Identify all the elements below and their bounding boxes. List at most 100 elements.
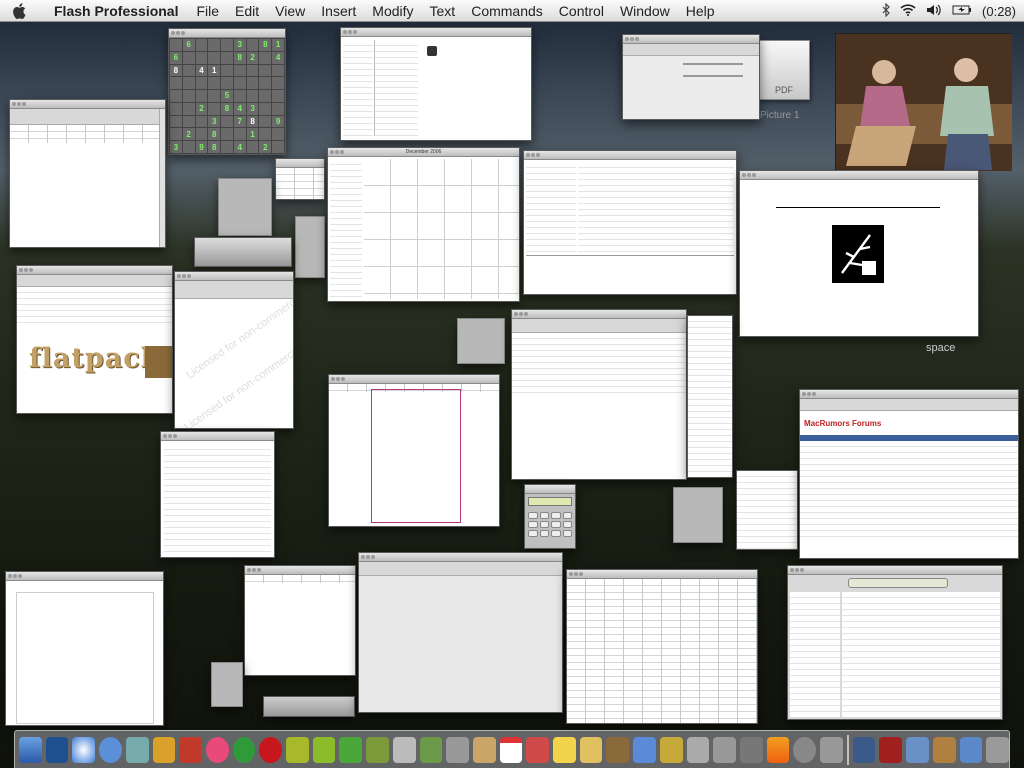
document-window[interactable]	[5, 571, 164, 726]
apple-menu-icon[interactable]	[0, 0, 40, 22]
sudoku-cell[interactable]	[208, 51, 221, 64]
grapher-toolbar[interactable]	[359, 562, 562, 576]
battery-time[interactable]: (0:28)	[982, 4, 1016, 19]
finder-titlebar[interactable]	[512, 310, 686, 319]
ical-dock-icon[interactable]	[499, 736, 523, 763]
page-layout-titlebar[interactable]	[329, 375, 499, 384]
sudoku-cell[interactable]	[221, 115, 233, 128]
sudoku-cell[interactable]	[221, 51, 233, 64]
flash-dock-icon[interactable]	[259, 736, 283, 763]
fireworks-dock-icon[interactable]	[312, 736, 336, 763]
sudoku-cell[interactable]: 3	[246, 102, 259, 115]
sudoku-cell[interactable]	[221, 64, 233, 77]
sudoku-cell[interactable]	[170, 90, 182, 102]
disk-utility-dock-icon[interactable]	[686, 736, 710, 763]
flash-stage-window[interactable]	[739, 170, 979, 337]
pen-tool-dock-icon[interactable]	[852, 736, 876, 763]
sudoku-cell[interactable]	[233, 90, 246, 102]
sudoku-cell[interactable]	[182, 102, 195, 115]
mini-player-window[interactable]	[263, 696, 355, 717]
flower-dock-icon[interactable]	[205, 736, 229, 763]
sudoku-cell[interactable]	[246, 141, 259, 153]
folder-dock-icon[interactable]	[906, 736, 929, 763]
activity-dock-icon[interactable]	[739, 736, 763, 763]
sudoku-cell[interactable]	[272, 64, 284, 77]
sudoku-cell[interactable]	[233, 64, 246, 77]
calculator-titlebar[interactable]	[525, 485, 575, 494]
grapher-window[interactable]	[358, 552, 563, 713]
sudoku-cell[interactable]	[272, 90, 284, 102]
photo-dock-icon[interactable]	[659, 736, 683, 763]
contribute-dock-icon[interactable]	[286, 736, 309, 763]
sudoku-cell[interactable]	[182, 141, 195, 153]
sudoku-cell[interactable]: 3	[208, 115, 221, 128]
mail-preview[interactable]	[526, 255, 734, 291]
menu-edit[interactable]: Edit	[227, 3, 267, 19]
pdf-file-icon[interactable]: PDF	[758, 40, 810, 100]
sudoku-cell[interactable]: 7	[233, 115, 246, 128]
sudoku-cell[interactable]: 8	[233, 51, 246, 64]
sudoku-cell[interactable]: 4	[233, 102, 246, 115]
menu-view[interactable]: View	[267, 3, 313, 19]
dreamweaver-dock-icon[interactable]	[232, 736, 256, 763]
calculator-dock-icon[interactable]	[446, 736, 469, 763]
sudoku-cell[interactable]	[259, 90, 272, 102]
mail-window[interactable]	[523, 150, 737, 295]
flatpack-browser-window[interactable]: flatpack	[16, 265, 173, 414]
sudoku-window[interactable]: 6381682484152843378928139842	[168, 28, 286, 155]
safari-dock-icon[interactable]	[72, 736, 96, 763]
system-preferences-window[interactable]	[622, 34, 760, 120]
sudoku-cell[interactable]	[208, 90, 221, 102]
calendar-month-grid[interactable]	[364, 159, 519, 299]
sudoku-grid[interactable]: 6381682484152843378928139842	[169, 38, 285, 154]
itunes-dock-icon[interactable]	[526, 736, 550, 763]
sudoku-cell[interactable]: 2	[182, 128, 195, 141]
finder-window[interactable]	[511, 309, 687, 480]
calendar-window[interactable]: December 2006	[327, 147, 520, 302]
textedit-titlebar[interactable]	[245, 566, 355, 575]
app-name-menu[interactable]: Flash Professional	[40, 3, 188, 19]
spreadsheet-grid[interactable]	[567, 579, 757, 723]
itunes-titlebar[interactable]	[788, 566, 1002, 575]
bluetooth-icon[interactable]	[882, 2, 890, 20]
sudoku-cell[interactable]: 8	[246, 115, 259, 128]
page-layout-window[interactable]	[328, 374, 500, 527]
sudoku-cell[interactable]	[182, 77, 195, 90]
forum-toolbar[interactable]	[800, 399, 1018, 411]
sudoku-cell[interactable]	[259, 115, 272, 128]
inspector-panel[interactable]	[218, 178, 272, 236]
prefs-toolbar[interactable]	[623, 44, 759, 56]
sudoku-cell[interactable]: 5	[221, 90, 233, 102]
sudoku-cell[interactable]: 2	[195, 102, 208, 115]
mail-titlebar[interactable]	[524, 151, 736, 160]
sudoku-cell[interactable]: 9	[195, 141, 208, 153]
sudoku-cell[interactable]	[246, 77, 259, 90]
flash-stage-titlebar[interactable]	[740, 171, 978, 180]
network-dock-icon[interactable]	[419, 736, 443, 763]
sudoku-cell[interactable]	[170, 128, 182, 141]
licensed-document-window[interactable]: Licensed for non-commercial Licensed for…	[174, 271, 294, 429]
menu-window[interactable]: Window	[612, 3, 678, 19]
volume-icon[interactable]	[926, 3, 942, 19]
spreadsheet-window[interactable]	[566, 569, 758, 724]
itunes-source-list[interactable]	[790, 592, 840, 717]
address-book-window[interactable]	[340, 27, 532, 141]
calendar-titlebar[interactable]: December 2006	[328, 148, 519, 157]
sudoku-cell[interactable]	[195, 39, 208, 51]
battery-icon[interactable]	[952, 3, 972, 19]
documents-dock-icon[interactable]	[959, 736, 983, 763]
mail-mailboxes[interactable]	[526, 162, 576, 252]
palette-panel[interactable]	[295, 216, 325, 278]
finder-dock-icon[interactable]	[19, 736, 42, 763]
sudoku-cell[interactable]	[170, 39, 182, 51]
software-update-window[interactable]	[160, 431, 275, 558]
sudoku-cell[interactable]	[259, 64, 272, 77]
document-titlebar[interactable]	[6, 572, 163, 581]
sudoku-cell[interactable]	[246, 39, 259, 51]
terminal-dock-icon[interactable]	[713, 736, 736, 763]
sync-dock-icon[interactable]	[793, 736, 817, 763]
system-prefs-dock-icon[interactable]	[820, 736, 843, 763]
script-dock-icon[interactable]	[366, 736, 389, 763]
address-names-list[interactable]	[374, 40, 418, 136]
sudoku-cell[interactable]	[182, 51, 195, 64]
